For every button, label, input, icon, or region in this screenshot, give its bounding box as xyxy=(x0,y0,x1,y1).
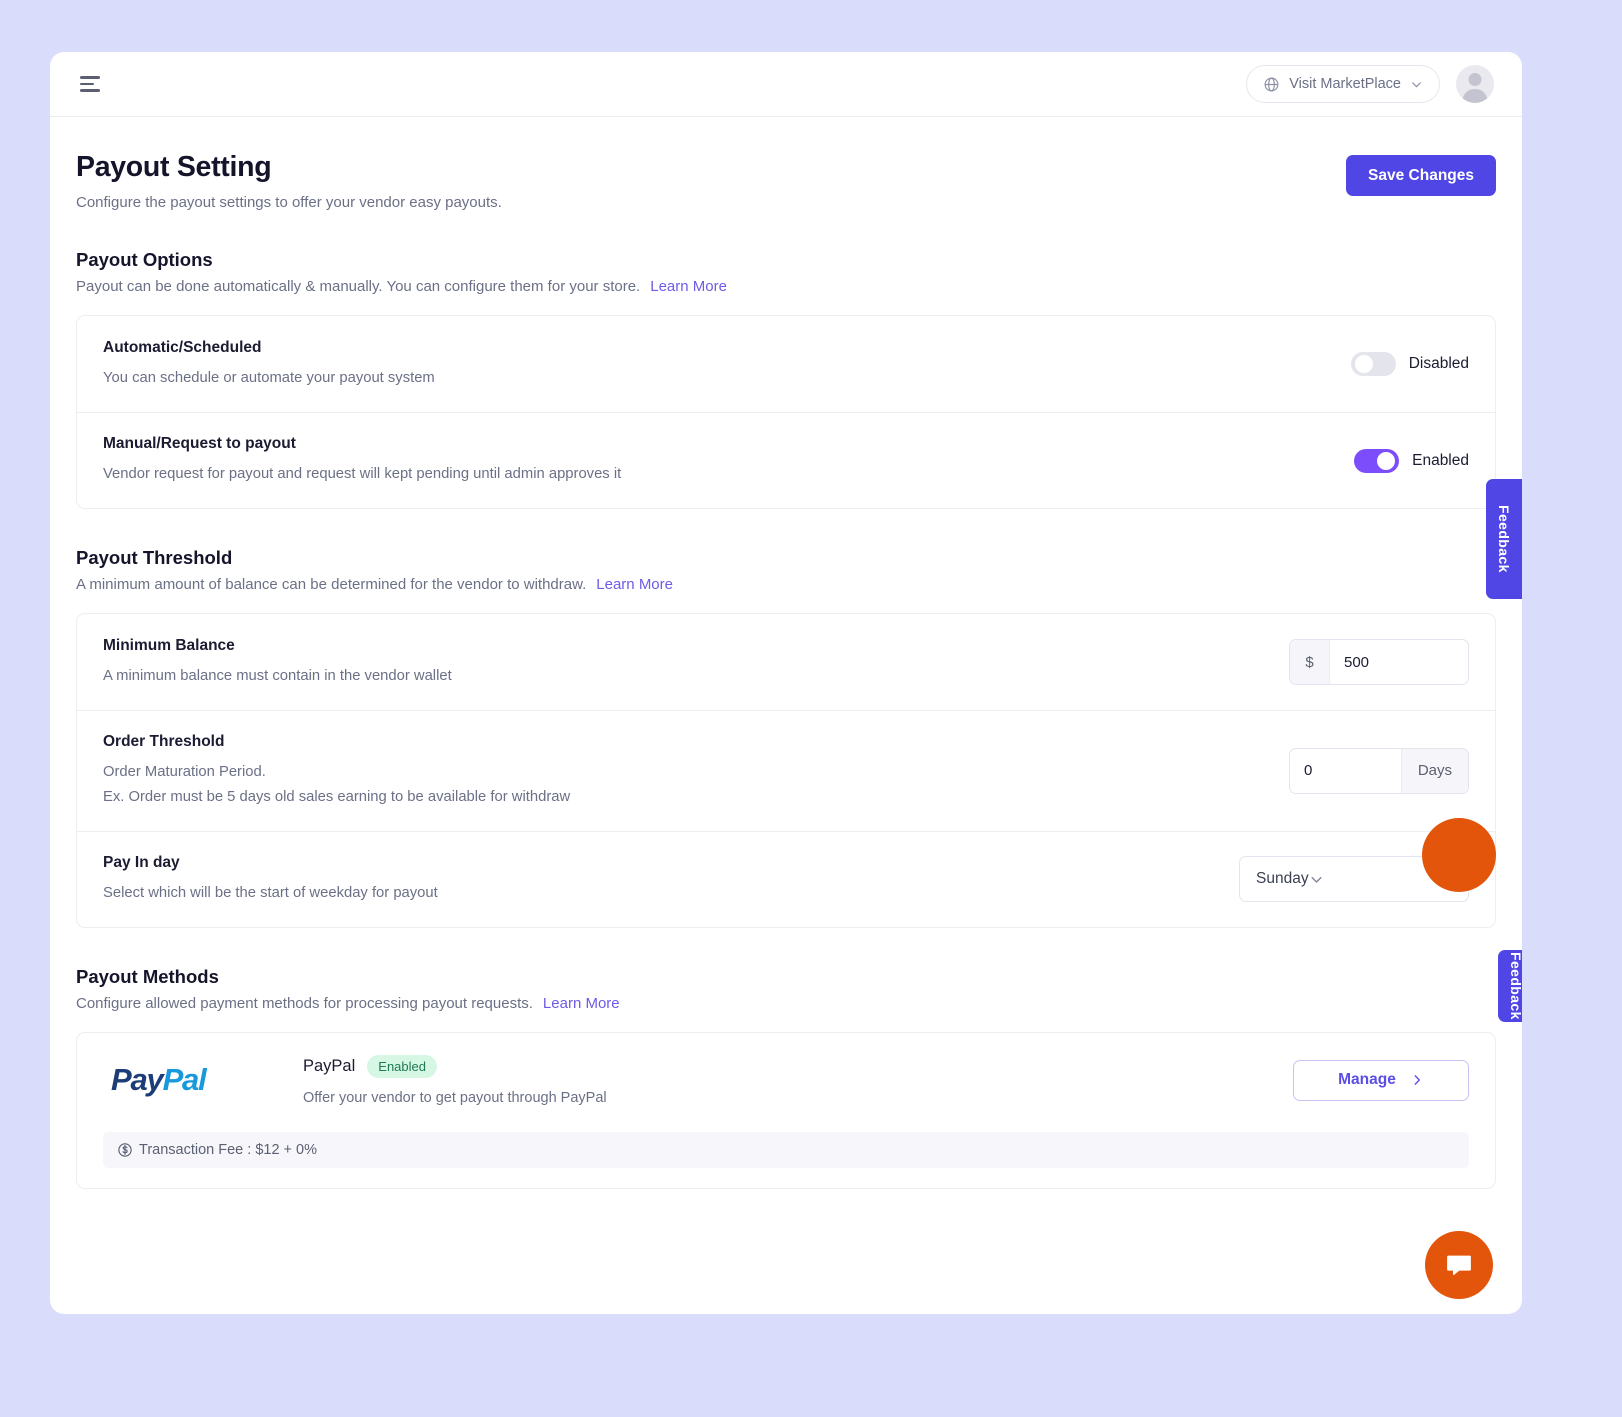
chat-bubble-icon xyxy=(1444,1250,1474,1280)
paypal-method-card: PayPal PayPal Enabled Offer your vendor … xyxy=(76,1031,1496,1189)
main-content: Payout Setting Configure the payout sett… xyxy=(50,117,1522,1189)
paypal-logo: PayPal xyxy=(103,1062,303,1098)
order-threshold-desc-line2: Ex. Order must be 5 days old sales earni… xyxy=(103,788,571,805)
currency-symbol-addon: $ xyxy=(1290,640,1330,684)
transaction-fee-text: Transaction Fee : $12 + 0% xyxy=(139,1141,317,1158)
paypal-logo-pal: Pal xyxy=(162,1062,207,1098)
minimum-balance-title: Minimum Balance xyxy=(103,636,235,654)
manual-request-state-label: Enabled xyxy=(1412,451,1469,469)
page-header-text: Payout Setting Configure the payout sett… xyxy=(76,151,502,211)
manual-request-toggle[interactable] xyxy=(1354,448,1400,473)
minimum-balance-desc: A minimum balance must contain in the ve… xyxy=(103,667,452,684)
page-subtitle: Configure the payout settings to offer y… xyxy=(76,194,502,211)
row-pay-in-day-text: Pay In day Select which will be the star… xyxy=(103,854,1239,905)
chat-launcher-button[interactable] xyxy=(1425,1231,1493,1299)
order-threshold-title: Order Threshold xyxy=(103,733,225,750)
order-threshold-input-group: Days xyxy=(1289,747,1469,794)
visit-marketplace-button[interactable]: Visit MarketPlace xyxy=(1246,65,1440,103)
payout-threshold-section: Payout Threshold A minimum amount of bal… xyxy=(76,547,1496,928)
pay-in-day-selected-value: Sunday xyxy=(1256,870,1309,888)
top-bar: Visit MarketPlace xyxy=(50,52,1522,117)
hamburger-icon[interactable] xyxy=(80,69,110,99)
toggle-knob xyxy=(1377,451,1396,470)
status-badge: Enabled xyxy=(367,1054,437,1078)
payout-threshold-desc-text: A minimum amount of balance can be deter… xyxy=(76,576,587,593)
row-manual-request: Manual/Request to payout Vendor request … xyxy=(77,412,1495,508)
row-minimum-balance-control: $ xyxy=(1289,639,1469,685)
payout-threshold-desc: A minimum amount of balance can be deter… xyxy=(76,576,1496,593)
payout-threshold-card: Minimum Balance A minimum balance must c… xyxy=(76,613,1496,928)
row-automatic-text: Automatic/Scheduled You can schedule or … xyxy=(103,339,1351,390)
manage-button-label: Manage xyxy=(1338,1071,1396,1089)
pay-in-day-title: Pay In day xyxy=(103,853,180,871)
automatic-scheduled-state-label: Disabled xyxy=(1408,355,1469,372)
feedback-tab-secondary[interactable]: Feedback xyxy=(1498,950,1522,1022)
paypal-manage-button[interactable]: Manage xyxy=(1293,1059,1469,1101)
row-manual-text: Manual/Request to payout Vendor request … xyxy=(103,435,1354,486)
order-threshold-input[interactable] xyxy=(1290,748,1401,793)
dollar-circle-icon xyxy=(117,1142,133,1158)
order-threshold-desc-line1: Order Maturation Period. xyxy=(103,764,266,780)
paypal-name-line: PayPal Enabled xyxy=(303,1054,1293,1078)
toggle-knob xyxy=(1354,355,1373,373)
row-automatic-control: Disabled xyxy=(1350,352,1469,376)
row-order-threshold-text: Order Threshold Order Maturation Period.… xyxy=(103,733,1289,809)
paypal-info: PayPal Enabled Offer your vendor to get … xyxy=(303,1054,1293,1106)
payout-options-title: Payout Options xyxy=(76,249,213,270)
pay-in-day-desc: Select which will be the start of weekda… xyxy=(103,884,438,901)
visit-marketplace-label: Visit MarketPlace xyxy=(1289,76,1401,92)
row-automatic-title: Automatic/Scheduled xyxy=(103,338,262,356)
payout-methods-desc-text: Configure allowed payment methods for pr… xyxy=(76,994,533,1012)
app-window: Visit MarketPlace Payout Setting Configu… xyxy=(50,52,1522,1314)
row-order-threshold-control: Days xyxy=(1289,747,1469,794)
payout-methods-title: Payout Methods xyxy=(76,965,219,987)
chevron-right-icon xyxy=(1410,1073,1424,1087)
feedback-tab-primary[interactable]: Feedback xyxy=(1486,479,1522,599)
row-order-threshold: Order Threshold Order Maturation Period.… xyxy=(77,710,1495,831)
payout-methods-section: Payout Methods Configure allowed payment… xyxy=(76,966,1496,1189)
payout-options-section: Payout Options Payout can be done automa… xyxy=(76,249,1496,509)
payout-options-desc-text: Payout can be done automatically & manua… xyxy=(76,278,641,295)
payout-options-card: Automatic/Scheduled You can schedule or … xyxy=(76,315,1496,509)
row-minimum-balance-text: Minimum Balance A minimum balance must c… xyxy=(103,637,1289,688)
page-title: Payout Setting xyxy=(76,151,272,183)
row-minimum-balance: Minimum Balance A minimum balance must c… xyxy=(77,614,1495,710)
paypal-name: PayPal xyxy=(303,1056,356,1075)
payout-options-desc: Payout can be done automatically & manua… xyxy=(76,278,1496,295)
payout-methods-desc: Configure allowed payment methods for pr… xyxy=(76,995,1496,1012)
topbar-right-group: Visit MarketPlace xyxy=(1246,65,1494,103)
automatic-scheduled-toggle[interactable] xyxy=(1350,352,1396,376)
minimum-balance-input-group: $ xyxy=(1289,639,1469,685)
row-automatic-desc: You can schedule or automate your payout… xyxy=(103,369,435,386)
orange-highlight-blob xyxy=(1422,818,1496,892)
save-changes-button[interactable]: Save Changes xyxy=(1346,155,1496,196)
avatar[interactable] xyxy=(1456,65,1494,103)
paypal-transaction-fee-bar: Transaction Fee : $12 + 0% xyxy=(103,1131,1469,1168)
page-header: Payout Setting Configure the payout sett… xyxy=(76,151,1496,211)
payout-threshold-learn-more-link[interactable]: Learn More xyxy=(596,576,673,593)
page-background: Visit MarketPlace Payout Setting Configu… xyxy=(0,0,1622,1417)
row-manual-control: Enabled xyxy=(1354,448,1469,473)
chevron-down-icon xyxy=(1309,872,1324,887)
payout-threshold-title: Payout Threshold xyxy=(76,547,233,568)
chevron-down-icon xyxy=(1410,78,1423,91)
paypal-main-row: PayPal PayPal Enabled Offer your vendor … xyxy=(103,1054,1469,1106)
row-automatic-scheduled: Automatic/Scheduled You can schedule or … xyxy=(77,316,1495,412)
row-manual-desc: Vendor request for payout and request wi… xyxy=(103,466,622,483)
days-unit-addon: Days xyxy=(1400,748,1468,793)
paypal-logo-pay: Pay xyxy=(111,1062,164,1098)
row-manual-title: Manual/Request to payout xyxy=(103,435,296,453)
minimum-balance-input[interactable] xyxy=(1330,640,1468,684)
globe-icon xyxy=(1263,76,1280,93)
paypal-desc: Offer your vendor to get payout through … xyxy=(303,1089,607,1106)
payout-options-learn-more-link[interactable]: Learn More xyxy=(650,278,727,295)
row-pay-in-day: Pay In day Select which will be the star… xyxy=(77,830,1495,927)
payout-methods-learn-more-link[interactable]: Learn More xyxy=(543,995,620,1012)
